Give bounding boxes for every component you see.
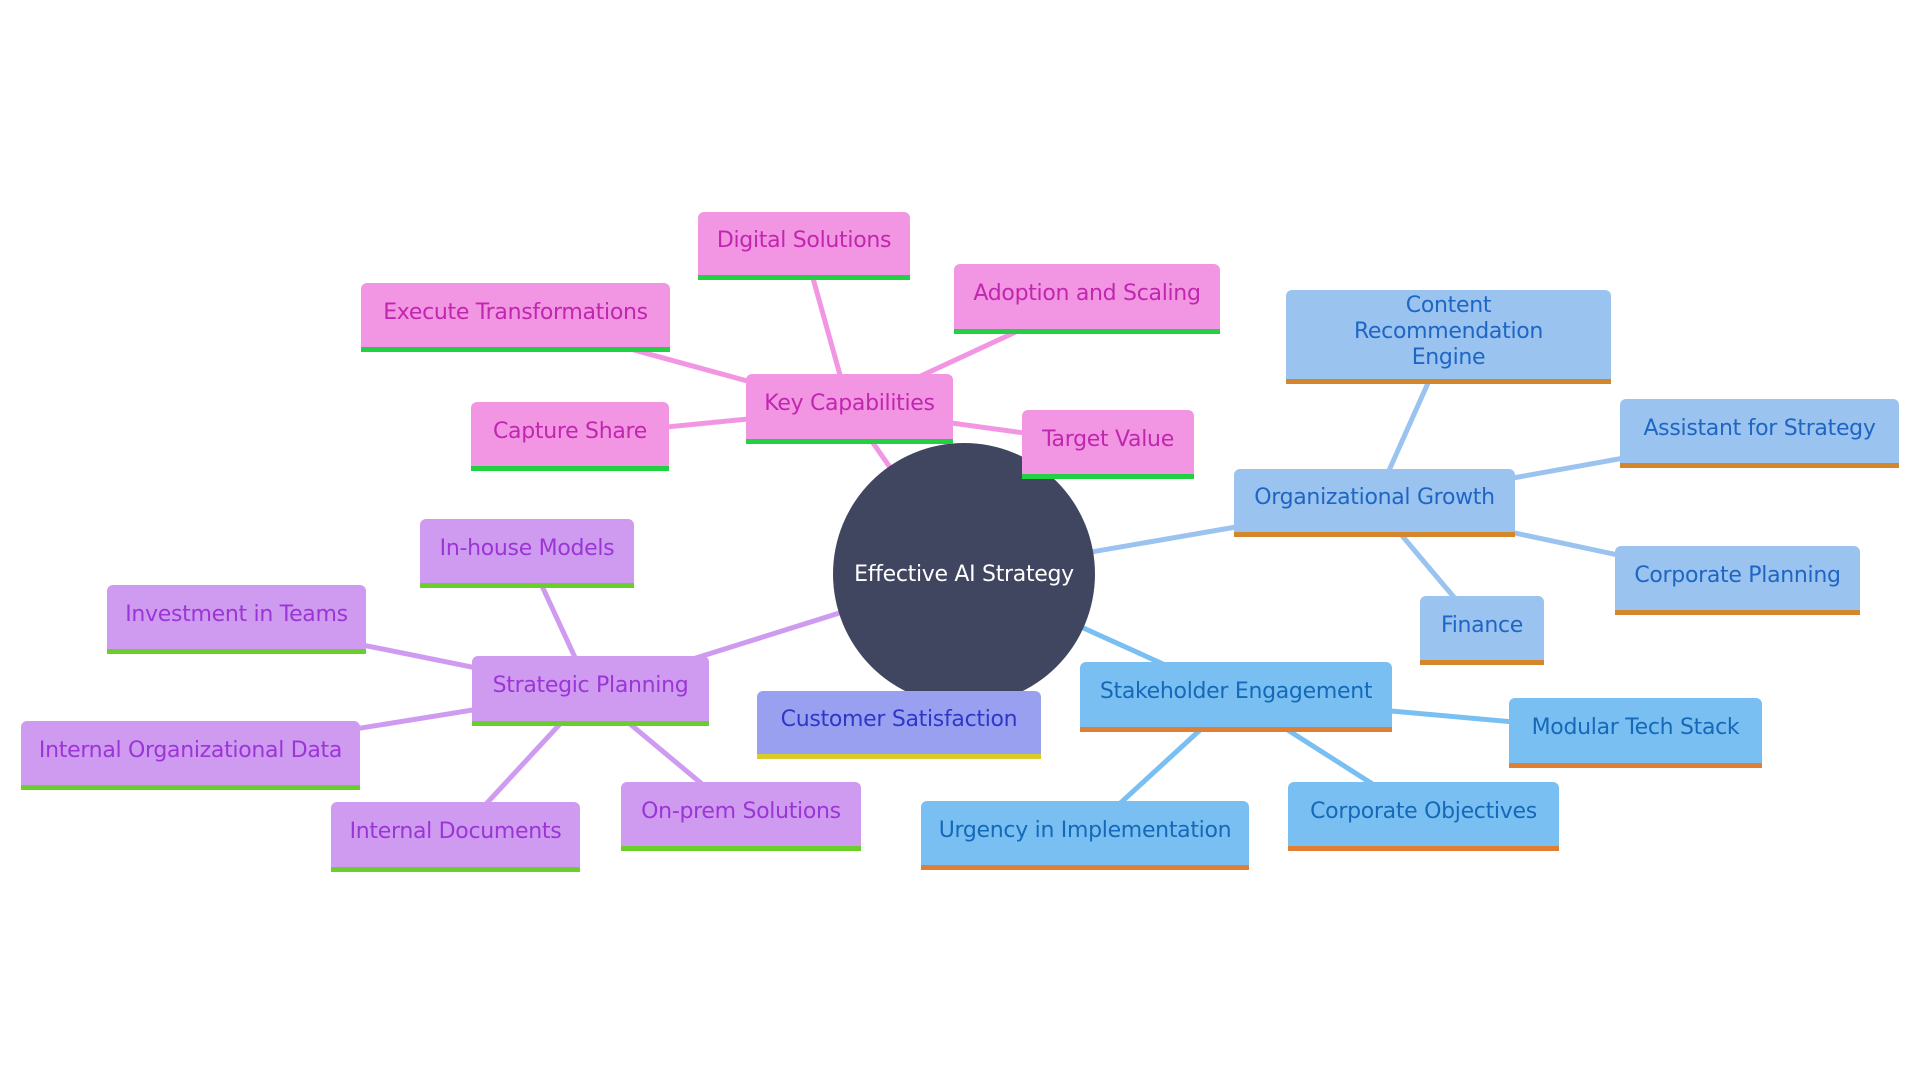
node-label: Target Value [1042, 426, 1174, 452]
node-label: Adoption and Scaling [973, 281, 1201, 306]
root-node-effective-ai-strategy[interactable]: Effective AI Strategy [833, 443, 1095, 705]
node-label: Strategic Planning [492, 673, 689, 698]
node-modular-tech-stack[interactable]: Modular Tech Stack [1509, 698, 1762, 768]
node-customer-satisfaction[interactable]: Customer Satisfaction [757, 691, 1041, 759]
node-organizational-growth[interactable]: Organizational Growth [1234, 469, 1515, 537]
node-internal-documents[interactable]: Internal Documents [331, 802, 580, 872]
node-label: Corporate Objectives [1310, 798, 1537, 824]
node-label: Key Capabilities [764, 391, 935, 416]
node-corporate-objectives[interactable]: Corporate Objectives [1288, 782, 1559, 851]
node-label: Investment in Teams [125, 601, 348, 627]
node-execute-transformations[interactable]: Execute Transformations [361, 283, 670, 352]
node-label: Internal Documents [349, 819, 562, 844]
node-label: Capture Share [492, 418, 648, 444]
node-label: On-prem Solutions [641, 798, 841, 824]
node-key-capabilities[interactable]: Key Capabilities [746, 374, 953, 444]
node-internal-organizational-data[interactable]: Internal Organizational Data [21, 721, 360, 790]
node-label: Corporate Planning [1634, 562, 1841, 588]
node-label: Assistant for Strategy [1643, 415, 1876, 441]
node-content-recommendation-engine[interactable]: Content Recommendation Engine [1286, 290, 1611, 384]
node-urgency-in-implementation[interactable]: Urgency in Implementation [921, 801, 1249, 870]
node-target-value[interactable]: Target Value [1022, 410, 1194, 479]
node-assistant-for-strategy[interactable]: Assistant for Strategy [1620, 399, 1899, 468]
node-stakeholder-engagement[interactable]: Stakeholder Engagement [1080, 662, 1392, 732]
node-investment-in-teams[interactable]: Investment in Teams [107, 585, 366, 654]
root-node-label: Effective AI Strategy [854, 561, 1074, 587]
node-finance[interactable]: Finance [1420, 596, 1544, 665]
node-label: Customer Satisfaction [780, 707, 1018, 732]
node-label: Finance [1440, 612, 1524, 638]
node-label: Urgency in Implementation [938, 817, 1232, 843]
node-label: Stakeholder Engagement [1099, 679, 1373, 704]
node-corporate-planning[interactable]: Corporate Planning [1615, 546, 1860, 615]
node-digital-solutions[interactable]: Digital Solutions [698, 212, 910, 280]
node-capture-share[interactable]: Capture Share [471, 402, 669, 471]
node-on-prem-solutions[interactable]: On-prem Solutions [621, 782, 861, 851]
node-label: Execute Transformations [383, 299, 648, 325]
node-label: Digital Solutions [716, 228, 892, 253]
node-label: Internal Organizational Data [38, 737, 343, 763]
node-label: In-house Models [439, 535, 615, 561]
node-in-house-models[interactable]: In-house Models [420, 519, 634, 588]
node-adoption-and-scaling[interactable]: Adoption and Scaling [954, 264, 1220, 334]
node-strategic-planning[interactable]: Strategic Planning [472, 656, 709, 726]
node-label: Modular Tech Stack [1531, 715, 1740, 740]
node-label: Content Recommendation Engine [1353, 293, 1544, 370]
node-label: Organizational Growth [1254, 485, 1495, 510]
